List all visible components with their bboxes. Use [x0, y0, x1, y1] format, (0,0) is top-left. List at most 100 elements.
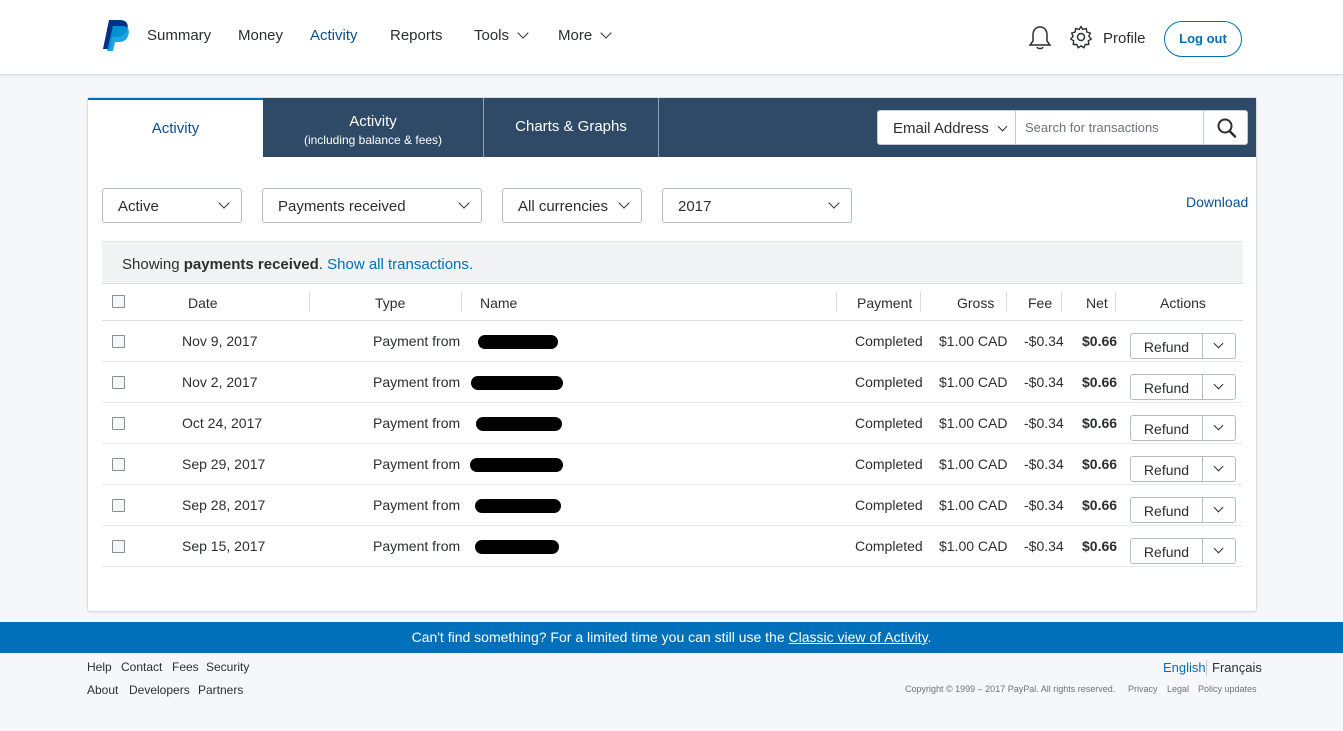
- row-checkbox[interactable]: [112, 458, 125, 471]
- nav-summary[interactable]: Summary: [147, 27, 211, 44]
- type-filter[interactable]: Payments received: [262, 188, 482, 223]
- col-date[interactable]: Date: [188, 295, 218, 311]
- nav-more[interactable]: More: [558, 27, 612, 44]
- nav-reports[interactable]: Reports: [390, 27, 443, 44]
- row-status: Completed: [855, 456, 923, 472]
- refund-button[interactable]: Refund: [1130, 456, 1236, 482]
- logout-button[interactable]: Log out: [1164, 21, 1242, 57]
- status-filter[interactable]: Active: [102, 188, 242, 223]
- row-type: Payment from: [373, 374, 461, 390]
- table-row[interactable]: Sep 15, 2017 Payment from Completed $1.0…: [102, 526, 1243, 567]
- footer-security[interactable]: Security: [206, 660, 249, 674]
- chevron-down-icon[interactable]: [1213, 502, 1224, 513]
- row-gross: $1.00 CAD: [939, 456, 1008, 472]
- chevron-down-icon[interactable]: [1213, 420, 1224, 431]
- tab-charts[interactable]: Charts & Graphs: [484, 98, 659, 157]
- row-type: Payment from: [373, 538, 461, 554]
- col-divider: [1006, 292, 1007, 312]
- search-icon: [1217, 118, 1237, 138]
- chevron-down-icon: [997, 121, 1008, 132]
- results-notice: Showing payments received. Show all tran…: [102, 241, 1243, 283]
- tab-charts-label: Charts & Graphs: [515, 118, 627, 135]
- row-checkbox[interactable]: [112, 335, 125, 348]
- refund-button[interactable]: Refund: [1130, 415, 1236, 441]
- footer-about[interactable]: About: [87, 683, 118, 697]
- divider: [1202, 498, 1203, 522]
- chevron-down-icon[interactable]: [1213, 338, 1224, 349]
- row-checkbox[interactable]: [112, 376, 125, 389]
- tab-activity[interactable]: Activity: [88, 98, 263, 157]
- footer-help[interactable]: Help: [87, 660, 112, 674]
- row-date: Nov 2, 2017: [182, 374, 258, 390]
- lang-english[interactable]: English: [1163, 660, 1206, 675]
- refund-button[interactable]: Refund: [1130, 374, 1236, 400]
- show-all-link[interactable]: Show all transactions.: [327, 256, 473, 273]
- row-date: Oct 24, 2017: [182, 415, 263, 431]
- footer-legal[interactable]: Legal: [1167, 684, 1189, 694]
- row-checkbox[interactable]: [112, 417, 125, 430]
- gear-icon[interactable]: [1069, 25, 1093, 49]
- tab-activity-fees[interactable]: Activity (including balance & fees): [263, 98, 484, 157]
- table-row[interactable]: Sep 28, 2017 Payment from Completed $1.0…: [102, 485, 1243, 526]
- year-filter-value: 2017: [678, 198, 712, 215]
- refund-button[interactable]: Refund: [1130, 497, 1236, 523]
- chevron-down-icon[interactable]: [1213, 461, 1224, 472]
- col-net[interactable]: Net: [1086, 295, 1108, 311]
- tab-bar: Activity Activity (including balance & f…: [88, 98, 1256, 157]
- col-fee[interactable]: Fee: [1028, 295, 1052, 311]
- search-type-select[interactable]: Email Address: [877, 110, 1016, 145]
- table-header: Date Type Name Payment Gross Fee Net Act…: [102, 283, 1243, 321]
- lang-french[interactable]: Français: [1212, 660, 1262, 675]
- row-net: $0.66: [1082, 333, 1118, 349]
- col-gross[interactable]: Gross: [957, 295, 994, 311]
- profile-link[interactable]: Profile: [1103, 30, 1146, 47]
- row-fee: -$0.34: [1024, 456, 1064, 472]
- divider: [1202, 334, 1203, 358]
- bell-icon[interactable]: [1028, 25, 1052, 51]
- chevron-down-icon: [517, 27, 529, 39]
- footer-fees[interactable]: Fees: [172, 660, 199, 674]
- row-gross: $1.00 CAD: [939, 333, 1008, 349]
- row-checkbox[interactable]: [112, 540, 125, 553]
- currency-filter[interactable]: All currencies: [502, 188, 642, 223]
- nav-activity[interactable]: Activity: [310, 27, 358, 44]
- footer-policy-updates[interactable]: Policy updates: [1198, 684, 1257, 694]
- select-all-checkbox[interactable]: [112, 295, 125, 308]
- row-status: Completed: [855, 333, 923, 349]
- footer-privacy[interactable]: Privacy: [1128, 684, 1158, 694]
- col-type[interactable]: Type: [375, 295, 405, 311]
- footer-developers[interactable]: Developers: [129, 683, 190, 697]
- col-payment[interactable]: Payment: [857, 295, 912, 311]
- currency-filter-value: All currencies: [518, 198, 609, 215]
- refund-label: Refund: [1143, 339, 1190, 355]
- chevron-down-icon[interactable]: [1213, 379, 1224, 390]
- search-input[interactable]: Search for transactions: [1016, 110, 1204, 145]
- table-row[interactable]: Nov 9, 2017 Payment from Completed $1.00…: [102, 321, 1243, 362]
- download-link[interactable]: Download: [1186, 194, 1248, 210]
- notice-bold: payments received: [183, 256, 319, 273]
- search-button[interactable]: [1203, 110, 1248, 145]
- row-checkbox[interactable]: [112, 499, 125, 512]
- refund-label: Refund: [1143, 421, 1190, 437]
- col-name[interactable]: Name: [480, 295, 517, 311]
- year-filter[interactable]: 2017: [662, 188, 852, 223]
- divider: [1202, 375, 1203, 399]
- chevron-down-icon: [600, 27, 612, 39]
- table-row[interactable]: Oct 24, 2017 Payment from Completed $1.0…: [102, 403, 1243, 444]
- row-date: Sep 29, 2017: [182, 456, 266, 472]
- refund-button[interactable]: Refund: [1130, 538, 1236, 564]
- footer-contact[interactable]: Contact: [121, 660, 162, 674]
- chevron-down-icon: [828, 197, 840, 209]
- divider: [1202, 457, 1203, 481]
- nav-tools[interactable]: Tools: [474, 27, 529, 44]
- footer-partners[interactable]: Partners: [198, 683, 243, 697]
- chevron-down-icon[interactable]: [1213, 543, 1224, 554]
- table-row[interactable]: Nov 2, 2017 Payment from Completed $1.00…: [102, 362, 1243, 403]
- classic-view-link[interactable]: Classic view of Activity: [789, 629, 928, 645]
- nav-money[interactable]: Money: [238, 27, 283, 44]
- paypal-logo[interactable]: [101, 18, 131, 52]
- row-fee: -$0.34: [1024, 415, 1064, 431]
- search-type-value: Email Address: [893, 120, 989, 137]
- refund-button[interactable]: Refund: [1130, 333, 1236, 359]
- table-row[interactable]: Sep 29, 2017 Payment from Completed $1.0…: [102, 444, 1243, 485]
